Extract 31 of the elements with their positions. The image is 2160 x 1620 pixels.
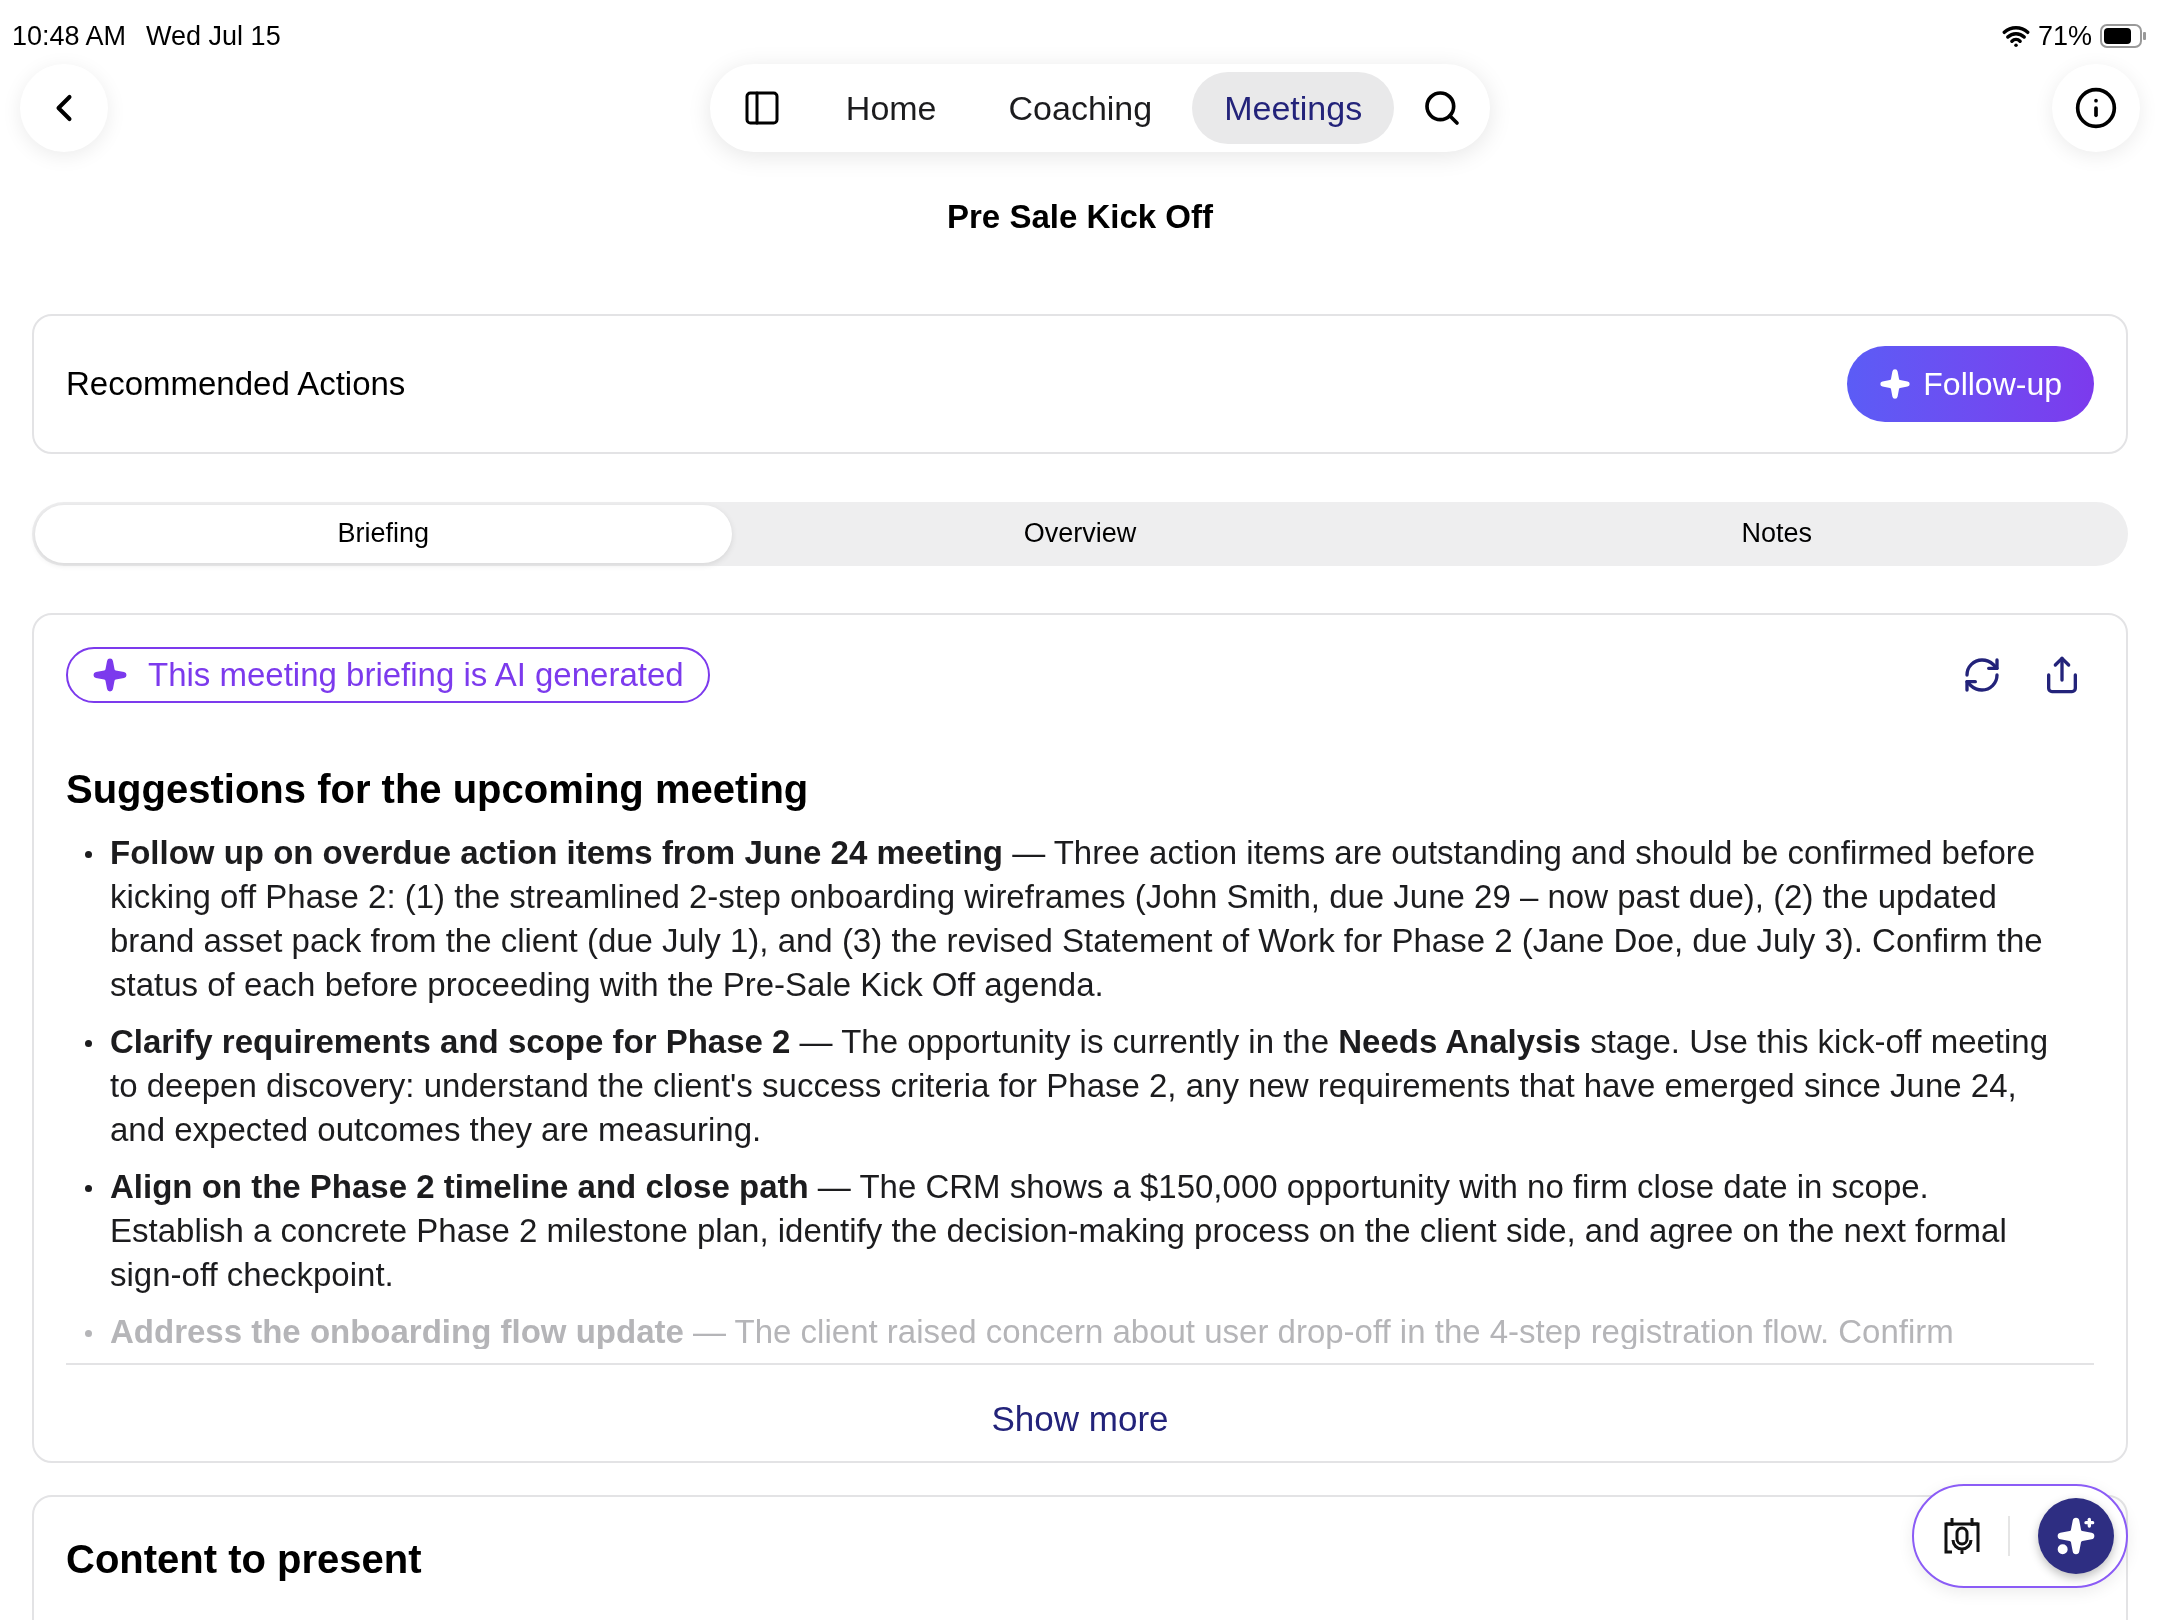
sparkle-icon [92, 656, 128, 693]
section-heading: Suggestions for the upcoming meeting [66, 765, 810, 813]
segment-tab[interactable]: Notes [1428, 504, 2125, 563]
record-meeting-button[interactable] [1944, 1516, 1980, 1556]
ai-badge-text: This meeting briefing is AI generated [148, 654, 684, 695]
recommended-label: Recommended Actions [66, 363, 406, 404]
segment-tab[interactable]: Overview [731, 504, 1429, 563]
suggestion-text: Align on the Phase 2 timeline and close path — The CRM shows a $150,000 opportunity with no firm close date in scope. Establish a concrete Phase 2 milestone plan, identify the decision-making process on the client side, and agree on the next formal sign-off checkpoint. [110, 1166, 2008, 1295]
info-icon [2074, 86, 2118, 130]
sparkles-icon [2056, 1516, 2096, 1556]
bullet-icon [84, 850, 92, 858]
status-date: Wed Jul 15 [146, 19, 281, 53]
segment-tab[interactable]: Briefing [35, 504, 732, 563]
follow-up-button[interactable]: Follow-up [1847, 345, 2094, 422]
show-more-link[interactable]: Show more [991, 1392, 1169, 1445]
nav-tab[interactable]: Coaching [976, 72, 1185, 144]
battery-icon [2100, 24, 2148, 48]
page-title: Pre Sale Kick Off [947, 198, 1213, 235]
ai-assistant-button[interactable] [2038, 1498, 2114, 1574]
suggestion-text: Clarify requirements and scope for Phase 2 — The opportunity is currently in the Needs Analysis stage. Use this kick-off meeting to deepen discovery: understand the client's success criteria for Phase 2, any new requirements that have emerged since June 24, and expected outcomes they are measuring. [110, 1021, 2050, 1150]
status-time: 10:48 AM [12, 19, 127, 53]
suggestion-text: Follow up on overdue action items from June 24 meeting — Three action items are outstanding and should be confirmed before kicking off Phase 2: (1) the streamlined 2-step onboarding wireframes (John Smith, due June 29 – now past due), (2) the updated brand asset pack from the client (due July 1), and (3) the revised Statement of Work for Phase 2 (Jane Doe, due July 3). Confirm the status of each before proceeding with the Pre-Sale Kick Off agenda. [110, 832, 2044, 1005]
content-heading: Content to present [66, 1537, 422, 1581]
calendar-microphone-icon [1944, 1516, 1980, 1556]
sparkle-icon [1879, 367, 1912, 400]
bullet-icon [84, 1039, 92, 1047]
nav-tab[interactable]: Home [813, 72, 969, 144]
bullet-icon [84, 1184, 92, 1192]
battery-percent: 71% [2037, 19, 2092, 53]
bullet-icon [84, 1329, 92, 1337]
nav-tab[interactable]: Meetings [1192, 72, 1395, 144]
